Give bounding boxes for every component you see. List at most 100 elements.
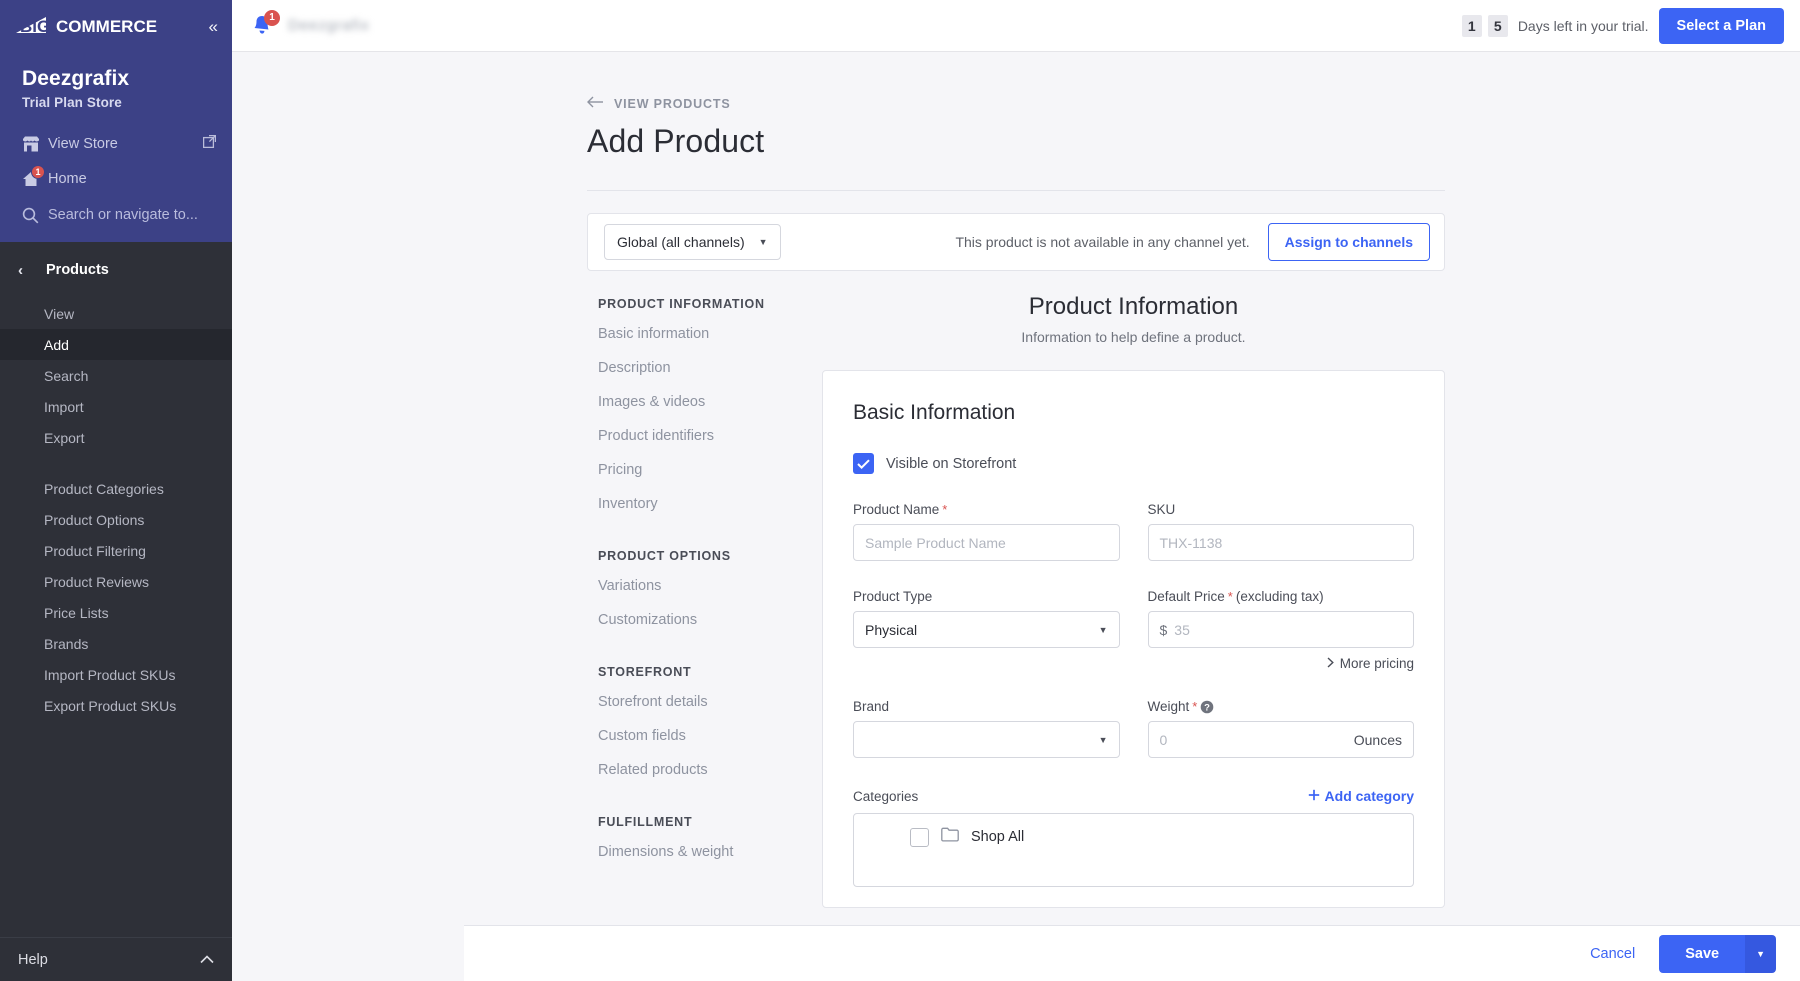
product-type-field: Product Type Physical ▼: [853, 589, 1120, 671]
sidebar-item-label: Product Options: [44, 512, 144, 528]
category-checkbox[interactable]: [910, 828, 929, 847]
sidebar-item-product-options[interactable]: Product Options: [0, 504, 232, 535]
breadcrumb-view-products[interactable]: VIEW PRODUCTS: [587, 96, 1800, 111]
cancel-button[interactable]: Cancel: [1584, 938, 1641, 970]
product-name-field: Product Name * Sample Product Name: [853, 502, 1120, 561]
sku-label-text: SKU: [1148, 502, 1176, 517]
product-name-label: Product Name *: [853, 502, 1120, 517]
sidebar-item-label: Price Lists: [44, 605, 109, 621]
sku-input[interactable]: THX-1138: [1148, 524, 1415, 561]
sidebar-item-price-lists[interactable]: Price Lists: [0, 597, 232, 628]
sidebar-item-search[interactable]: Search: [0, 360, 232, 391]
card-title: Basic Information: [853, 401, 1414, 425]
sidebar-item-label: Import Product SKUs: [44, 667, 176, 683]
section-nav: PRODUCT INFORMATION Basic information De…: [587, 293, 822, 908]
section-nav-item-pricing[interactable]: Pricing: [587, 453, 822, 487]
trial-countdown: 1 5 Days left in your trial.: [1462, 15, 1649, 37]
categories-label: Categories: [853, 789, 918, 804]
folder-icon: [941, 827, 959, 847]
save-button[interactable]: Save: [1659, 935, 1745, 973]
select-a-plan-button[interactable]: Select a Plan: [1659, 8, 1784, 44]
default-price-label-text: Default Price: [1148, 589, 1225, 604]
category-row[interactable]: Shop All: [868, 827, 1024, 847]
sidebar-help-button[interactable]: Help: [0, 937, 232, 981]
collapse-sidebar-button[interactable]: «: [207, 14, 218, 39]
save-options-dropdown-button[interactable]: ▼: [1745, 935, 1776, 973]
sidebar-item-view-store[interactable]: View Store: [0, 126, 232, 161]
visible-on-storefront-label: Visible on Storefront: [886, 456, 1016, 472]
store-block: Deezgrafix Trial Plan Store: [0, 52, 232, 126]
sidebar-item-brands[interactable]: Brands: [0, 628, 232, 659]
channel-message: This product is not available in any cha…: [955, 234, 1249, 250]
assign-to-channels-button[interactable]: Assign to channels: [1268, 223, 1430, 261]
chevron-down-icon: ▼: [759, 237, 768, 247]
weight-label: Weight * ?: [1148, 699, 1415, 714]
categories-tree[interactable]: Shop All: [853, 813, 1414, 887]
bigcommerce-logo[interactable]: BIG COMMERCE: [12, 15, 162, 37]
product-type-select[interactable]: Physical ▼: [853, 611, 1120, 648]
more-pricing-toggle[interactable]: More pricing: [1148, 656, 1415, 671]
content-columns: PRODUCT INFORMATION Basic information De…: [587, 293, 1800, 908]
visible-on-storefront-checkbox[interactable]: [853, 453, 874, 474]
section-nav-item-storefront-details[interactable]: Storefront details: [587, 685, 822, 719]
section-nav-item-inventory[interactable]: Inventory: [587, 487, 822, 521]
sidebar-search-placeholder: Search or navigate to...: [48, 207, 198, 223]
form-column: Product Information Information to help …: [822, 293, 1800, 908]
brand-label-text: Brand: [853, 699, 889, 714]
brand-select[interactable]: ▼: [853, 721, 1120, 758]
sidebar-search-input[interactable]: Search or navigate to...: [0, 196, 232, 234]
sidebar-item-product-reviews[interactable]: Product Reviews: [0, 566, 232, 597]
weight-placeholder: 0: [1160, 732, 1168, 748]
section-nav-item-related-products[interactable]: Related products: [587, 753, 822, 787]
home-icon: 1: [22, 171, 48, 187]
notification-bell-icon[interactable]: 1: [250, 13, 276, 39]
section-nav-item-basic-information[interactable]: Basic information: [587, 317, 822, 351]
form-heading: Product Information: [822, 293, 1445, 321]
sidebar-item-export-product-skus[interactable]: Export Product SKUs: [0, 690, 232, 721]
product-name-input[interactable]: Sample Product Name: [853, 524, 1120, 561]
add-category-button[interactable]: Add category: [1308, 788, 1414, 804]
sidebar-item-product-categories[interactable]: Product Categories: [0, 473, 232, 504]
required-asterisk: *: [1192, 699, 1197, 714]
chevron-up-icon: [200, 952, 214, 968]
section-nav-item-dimensions-weight[interactable]: Dimensions & weight: [587, 835, 822, 869]
sidebar-item-home[interactable]: 1 Home: [0, 161, 232, 196]
title-divider: [587, 190, 1445, 191]
sidebar-item-add[interactable]: Add: [0, 329, 232, 360]
sidebar-item-product-filtering[interactable]: Product Filtering: [0, 535, 232, 566]
sidebar-item-view[interactable]: View: [0, 298, 232, 329]
external-link-icon: [203, 135, 216, 152]
section-nav-item-product-identifiers[interactable]: Product identifiers: [587, 419, 822, 453]
sidebar: BIG COMMERCE « Deezgrafix Trial Plan Sto…: [0, 0, 232, 981]
top-bar-left: 1 Deezgrafix: [250, 13, 370, 39]
sidebar-item-label: Export Product SKUs: [44, 698, 176, 714]
section-nav-item-variations[interactable]: Variations: [587, 569, 822, 603]
name-sku-row: Product Name * Sample Product Name: [853, 502, 1414, 561]
section-nav-item-custom-fields[interactable]: Custom fields: [587, 719, 822, 753]
section-nav-item-images-videos[interactable]: Images & videos: [587, 385, 822, 419]
help-circle-icon[interactable]: ?: [1200, 700, 1214, 714]
type-price-row: Product Type Physical ▼ Defaul: [853, 589, 1414, 671]
sidebar-section-products[interactable]: ‹ Products: [0, 242, 232, 298]
sidebar-item-import-product-skus[interactable]: Import Product SKUs: [0, 659, 232, 690]
section-nav-group-fulfillment: FULFILLMENT: [598, 815, 822, 829]
visible-on-storefront-row: Visible on Storefront: [853, 453, 1414, 474]
sidebar-item-import[interactable]: Import: [0, 391, 232, 422]
add-category-label: Add category: [1325, 788, 1414, 804]
default-price-input[interactable]: $ 35: [1148, 611, 1415, 648]
sku-label: SKU: [1148, 502, 1415, 517]
section-nav-item-description[interactable]: Description: [587, 351, 822, 385]
weight-input[interactable]: 0 Ounces: [1148, 721, 1415, 758]
sidebar-help-label: Help: [18, 952, 48, 968]
channel-select[interactable]: Global (all channels) ▼: [604, 224, 781, 260]
brand-label: Brand: [853, 699, 1120, 714]
category-name: Shop All: [971, 829, 1024, 845]
section-nav-item-customizations[interactable]: Customizations: [587, 603, 822, 637]
main-area: 1 Deezgrafix 1 5 Days left in your trial…: [232, 0, 1800, 981]
sidebar-item-label: Product Filtering: [44, 543, 146, 559]
currency-symbol: $: [1160, 622, 1168, 638]
sidebar-top-spacer: [0, 234, 232, 242]
sidebar-item-export[interactable]: Export: [0, 422, 232, 453]
categories-header: Categories Add category: [853, 788, 1414, 804]
page-scroll-area[interactable]: VIEW PRODUCTS Add Product Global (all ch…: [232, 52, 1800, 981]
